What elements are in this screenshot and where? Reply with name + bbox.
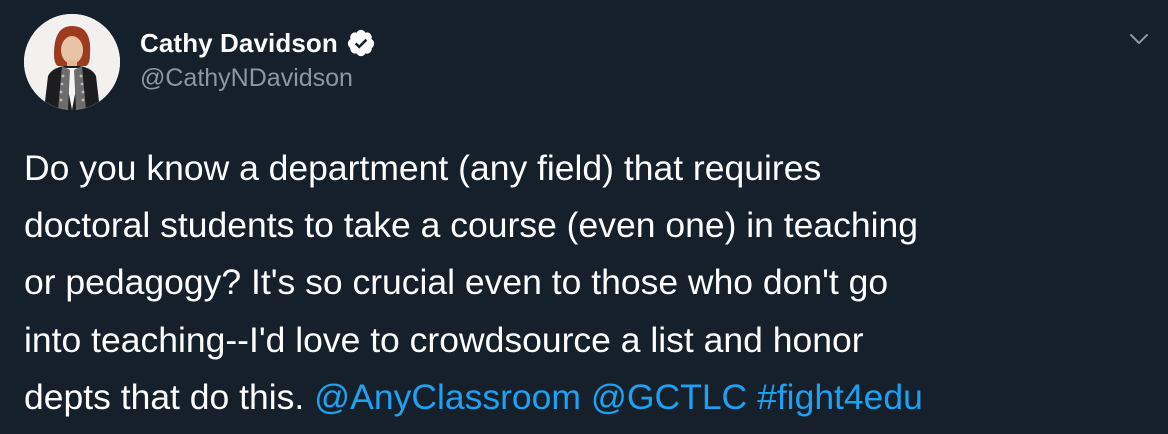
- chevron-down-icon[interactable]: [1126, 26, 1152, 52]
- hashtag-fight4edu-link[interactable]: #fight4edu: [757, 377, 923, 417]
- tweet-text-last-line: depts that do this. @AnyClassroom @GCTLC…: [24, 369, 1154, 426]
- tweet-text-segment: depts that do this.: [24, 376, 315, 417]
- mention-anyclassroom-link[interactable]: @AnyClassroom: [314, 377, 581, 417]
- verified-badge-icon: [346, 28, 376, 58]
- avatar[interactable]: [24, 14, 120, 110]
- mention-gctlc-link[interactable]: @GCTLC: [591, 377, 747, 417]
- profile-photo-icon: [24, 14, 120, 110]
- tweet-text: Do you know a department (any field) tha…: [24, 140, 1154, 426]
- tweet-text-line: into teaching--I'd love to crowdsource a…: [24, 319, 864, 360]
- tweet-text-line: Do you know a department (any field) tha…: [24, 148, 822, 188]
- author-display-name[interactable]: Cathy Davidson: [140, 28, 338, 59]
- author-name-row[interactable]: Cathy Davidson: [140, 26, 376, 60]
- author-handle[interactable]: @CathyNDavidson: [140, 64, 353, 93]
- tweet-card: Cathy Davidson @CathyNDavidson Do you kn…: [0, 0, 1168, 434]
- tweet-text-line: or pedagogy? It's so crucial even to tho…: [24, 262, 889, 303]
- tweet-text-line: doctoral students to take a course (even…: [24, 205, 918, 246]
